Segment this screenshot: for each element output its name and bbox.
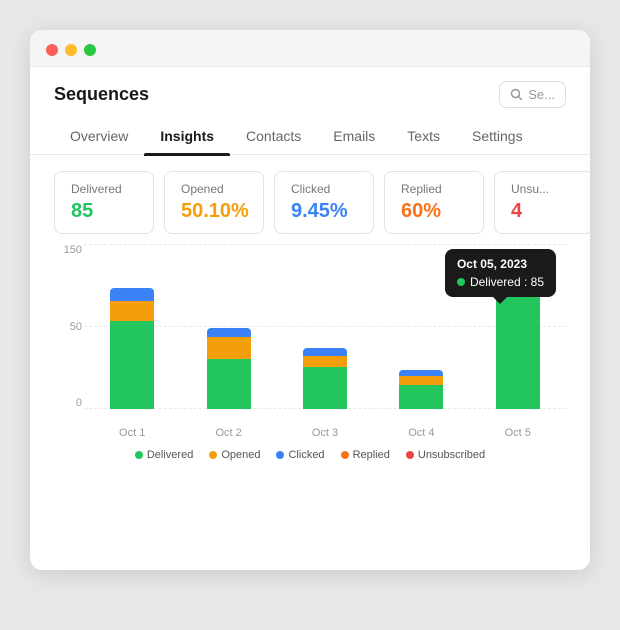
tab-contacts[interactable]: Contacts — [230, 118, 317, 154]
x-label: Oct 4 — [408, 427, 434, 439]
stat-replied: Replied 60% — [384, 171, 484, 234]
stat-delivered-value: 85 — [71, 200, 137, 223]
tab-settings[interactable]: Settings — [456, 118, 539, 154]
legend-dot — [209, 451, 217, 459]
legend-item-clicked: Clicked — [276, 449, 324, 461]
stat-unsubscribed-label: Unsu... — [511, 182, 577, 196]
legend-label: Replied — [353, 449, 390, 461]
tab-insights[interactable]: Insights — [144, 118, 230, 154]
bar-seg-delivered — [207, 359, 251, 409]
close-dot[interactable] — [46, 44, 58, 56]
legend-label: Clicked — [288, 449, 324, 461]
y-label-50: 50 — [54, 321, 82, 333]
minimize-dot[interactable] — [65, 44, 77, 56]
legend-dot — [341, 451, 349, 459]
chart-container: 150 50 0 Oct 1Oct 2Oct 3Oct 4Oct 5 Oct 0… — [84, 244, 566, 439]
bar-stack — [303, 348, 347, 409]
stat-unsubscribed: Unsu... 4 — [494, 171, 590, 234]
x-label: Oct 5 — [505, 427, 531, 439]
stat-delivered: Delivered 85 — [54, 171, 154, 234]
bar-group — [399, 370, 443, 409]
stat-clicked-label: Clicked — [291, 182, 357, 196]
legend-item-replied: Replied — [341, 449, 390, 461]
bar-group — [207, 328, 251, 409]
y-label-150: 150 — [54, 244, 82, 256]
stat-opened: Opened 50.10% — [164, 171, 264, 234]
x-label: Oct 2 — [215, 427, 241, 439]
stat-replied-label: Replied — [401, 182, 467, 196]
bar-group — [496, 266, 540, 409]
page-title: Sequences — [54, 84, 149, 105]
legend-item-delivered: Delivered — [135, 449, 193, 461]
search-icon — [510, 88, 523, 101]
y-axis: 150 50 0 — [54, 244, 82, 409]
bar-seg-clicked — [207, 328, 251, 337]
y-label-0: 0 — [54, 397, 82, 409]
stat-clicked-value: 9.45% — [291, 200, 357, 223]
legend-item-opened: Opened — [209, 449, 260, 461]
legend-dot — [135, 451, 143, 459]
bar-seg-delivered — [110, 321, 154, 409]
search-label: Se... — [528, 87, 555, 102]
page-header: Sequences Se... — [30, 67, 590, 108]
legend-label: Unsubscribed — [418, 449, 485, 461]
search-box[interactable]: Se... — [499, 81, 566, 108]
legend-item-unsubscribed: Unsubscribed — [406, 449, 485, 461]
stat-replied-value: 60% — [401, 200, 467, 223]
bar-seg-delivered — [399, 385, 443, 409]
bar-seg-clicked — [303, 348, 347, 356]
stat-delivered-label: Delivered — [71, 182, 137, 196]
bar-seg-delivered — [303, 367, 347, 409]
legend-label: Delivered — [147, 449, 193, 461]
bar-seg-opened — [110, 301, 154, 321]
bar-stack — [110, 288, 154, 409]
nav-tabs: Overview Insights Contacts Emails Texts … — [30, 118, 590, 155]
x-label: Oct 3 — [312, 427, 338, 439]
legend-label: Opened — [221, 449, 260, 461]
bar-stack — [207, 328, 251, 409]
legend-dot — [276, 451, 284, 459]
tab-overview[interactable]: Overview — [54, 118, 144, 154]
bar-group — [110, 288, 154, 409]
bar-seg-opened — [207, 337, 251, 359]
stat-opened-value: 50.10% — [181, 200, 247, 223]
maximize-dot[interactable] — [84, 44, 96, 56]
bars-row — [84, 244, 566, 409]
tab-texts[interactable]: Texts — [391, 118, 456, 154]
chart-area: 150 50 0 Oct 1Oct 2Oct 3Oct 4Oct 5 Oct 0… — [30, 244, 590, 467]
bar-seg-opened — [399, 376, 443, 385]
legend: Delivered Opened Clicked Replied Unsubscribe… — [54, 439, 566, 467]
legend-dot — [406, 451, 414, 459]
bar-stack — [399, 370, 443, 409]
tab-emails[interactable]: Emails — [317, 118, 391, 154]
stat-unsubscribed-value: 4 — [511, 200, 577, 223]
bar-group — [303, 348, 347, 409]
titlebar — [30, 30, 590, 67]
bar-seg-delivered — [496, 266, 540, 409]
stats-row: Delivered 85 Opened 50.10% Clicked 9.45%… — [30, 155, 590, 244]
bar-seg-opened — [303, 356, 347, 367]
bar-stack — [496, 266, 540, 409]
stat-opened-label: Opened — [181, 182, 247, 196]
stat-clicked: Clicked 9.45% — [274, 171, 374, 234]
x-labels: Oct 1 Oct 2 Oct 3 Oct 4 Oct 5 — [84, 427, 566, 439]
x-label: Oct 1 — [119, 427, 145, 439]
bar-seg-clicked — [110, 288, 154, 301]
